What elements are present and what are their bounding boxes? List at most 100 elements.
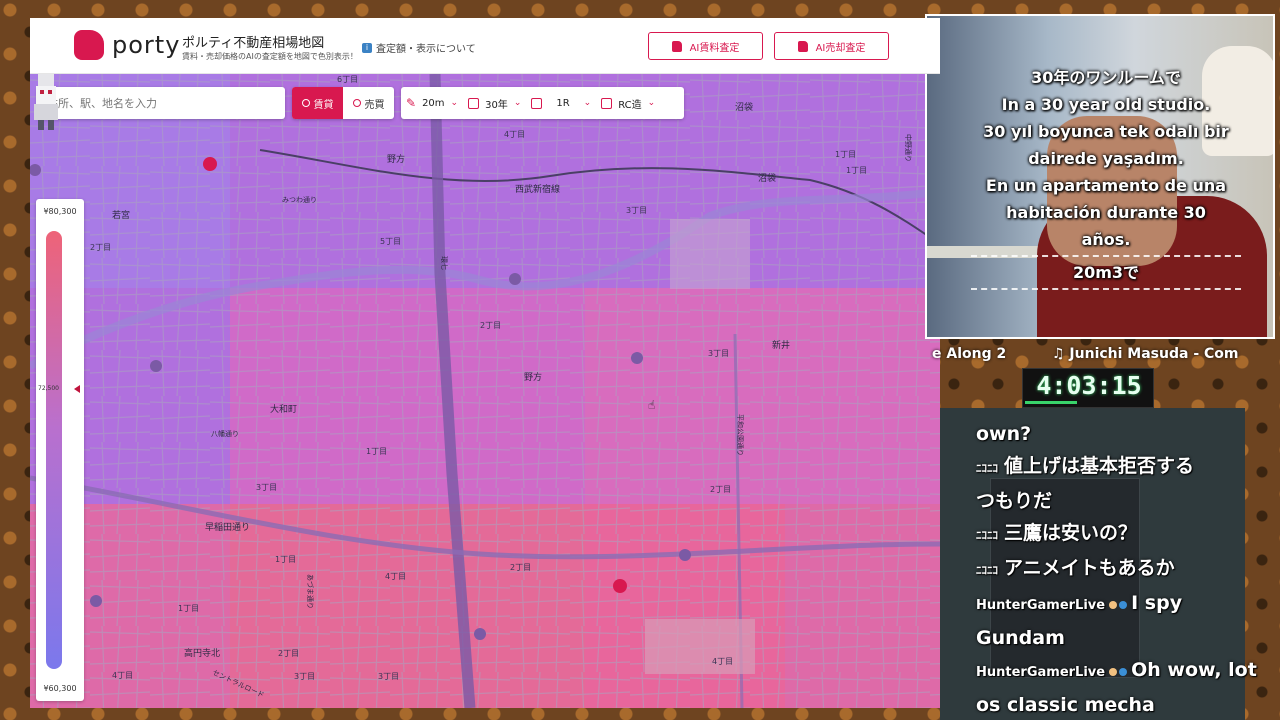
map-label-chome: 2丁目 (710, 485, 731, 494)
map-label-chome: 1丁目 (366, 447, 387, 456)
caption-divider (971, 288, 1241, 290)
chat-message: ﾆｺﾆｺ 値上げは基本拒否する (976, 450, 1276, 485)
chat-message: HunterGamerLive Oh wow, lot (976, 654, 1276, 689)
search-input[interactable] (47, 96, 247, 110)
chevron-down-icon: ⌄ (647, 98, 656, 108)
map-label-place: 野方 (524, 371, 542, 383)
map-label-chome: 2丁目 (480, 321, 501, 330)
structure-filter-value: RC造 (618, 99, 642, 111)
map-label-chome: 5丁目 (380, 237, 401, 246)
rent-sale-toggle[interactable]: 賃貸 売買 (292, 87, 394, 119)
ticker-right-text: ♫ Junichi Masuda - Com (1052, 346, 1239, 362)
chevron-down-icon: ⌄ (450, 98, 459, 108)
speedrun-timer: 4:03:15 (1022, 368, 1154, 408)
map-label-chome: 4丁目 (112, 671, 133, 680)
price-map[interactable]: 6丁目 4丁目 3丁目 5丁目 2丁目 1丁目 3丁目 1丁目 2丁目 3丁目 … (30, 74, 940, 708)
ai-sale-appraisal-button[interactable]: AI売却査定 (774, 32, 889, 60)
map-label-place: 若宮 (112, 209, 130, 221)
chat-text: アニメイトもあるか (1004, 557, 1175, 579)
ai-rent-appraisal-button[interactable]: AI賃料査定 (648, 32, 763, 60)
map-label-place: 西武新宿線 (515, 183, 560, 195)
radio-icon (352, 99, 361, 107)
chevron-down-icon: ⌄ (583, 98, 592, 108)
caption-line: años. (1081, 230, 1131, 249)
webcam-feed: 30年のワンルームで In a 30 year old studio. 30 y… (925, 14, 1275, 339)
search-box[interactable] (37, 87, 285, 119)
chat-message: own? (976, 418, 1276, 450)
map-canvas[interactable]: 6丁目 4丁目 3丁目 5丁目 2丁目 1丁目 3丁目 1丁目 2丁目 3丁目 … (30, 74, 940, 708)
chat-text: Oh wow, lot (1131, 659, 1257, 681)
legend-min-label: ¥60,300 (43, 684, 77, 693)
caption-secondary: 20m3で (1072, 263, 1140, 282)
sale-toggle-option[interactable]: 売買 (343, 87, 394, 119)
sale-toggle-label: 売買 (364, 99, 385, 111)
chat-text: own? (976, 423, 1032, 445)
map-label-chome: 2丁目 (278, 649, 299, 658)
logo-text[interactable]: porty (112, 31, 180, 59)
price-legend: ¥80,300 72,500 ¥60,300 (36, 199, 84, 701)
app-subtitle: 賃料・売却価格のAIの査定額を地図で色別表示！ (182, 52, 358, 61)
verified-badge-icon (1119, 668, 1128, 676)
area-filter-value: 20m (422, 97, 445, 109)
porty-logo-icon[interactable] (74, 30, 104, 60)
floorplan-icon (531, 97, 543, 109)
chat-text: つもりだ (976, 490, 1053, 512)
map-label-place: 沼袋 (758, 172, 776, 184)
ai-rent-appraisal-label: AI賃料査定 (689, 42, 740, 54)
chat-text: 値上げは基本拒否する (1004, 455, 1195, 477)
map-label-place: みつわ通り (282, 195, 317, 204)
chevron-down-icon: ⌄ (513, 98, 522, 108)
map-label-chome: 1丁目 (846, 166, 867, 175)
legend-current-label: 72,500 (38, 384, 59, 392)
subscriber-badge-icon (1109, 668, 1118, 676)
info-link-label: 査定額・表示について (376, 44, 476, 55)
area-filter[interactable]: ✎ 20m ⌄ (401, 87, 463, 119)
chat-source-label: ﾆｺﾆｺ (976, 462, 998, 475)
chat-message: ﾆｺﾆｺ 三鷹は安いの？ (976, 517, 1276, 552)
chat-overlay: own? ﾆｺﾆｺ 値上げは基本拒否する つもりだ ﾆｺﾆｺ 三鷹は安いの？ ﾆｺﾆ… (976, 418, 1276, 720)
chat-text: 三鷹は安いの？ (1004, 522, 1138, 544)
map-label-chome: 4丁目 (504, 130, 525, 139)
map-label-place: あづま通り (306, 574, 315, 609)
legend-max-label: ¥80,300 (43, 207, 77, 216)
hand-cursor-icon: ☝ (648, 398, 656, 412)
app-header: porty ポルティ不動産相場地図 賃料・売却価格のAIの査定額を地図で色別表示… (30, 18, 940, 74)
porty-small-icon (671, 40, 682, 52)
map-label-place: 野方 (387, 153, 405, 165)
ticker-left-text: e Along 2 (932, 346, 1007, 362)
filter-bar: ✎ 20m ⌄ 30年 ⌄ 1R ⌄ RC造 ⌄ (401, 87, 684, 119)
radio-icon (301, 99, 310, 107)
layout-filter[interactable]: 1R ⌄ (526, 87, 596, 119)
rent-toggle-label: 賃貸 (313, 99, 334, 111)
legend-gradient-bar (46, 231, 62, 669)
caption-line: habitación durante 30 (1006, 203, 1206, 222)
app-title: ポルティ不動産相場地図 (182, 36, 325, 51)
map-label-place: 中野通り (904, 134, 913, 162)
map-label-chome: 2丁目 (90, 243, 111, 252)
layout-filter-value: 1R (556, 97, 570, 109)
map-label-chome: 3丁目 (708, 349, 729, 358)
map-label-chome: 1丁目 (835, 150, 856, 159)
map-label-place: 高円寺北 (184, 647, 220, 659)
chat-message: ﾆｺﾆｺ アニメイトもあるか (976, 552, 1276, 587)
map-label-chome: 1丁目 (275, 555, 296, 564)
caption-line: 30 yıl boyunca tek odalı bir (983, 122, 1229, 141)
verified-badge-icon (1119, 601, 1128, 609)
map-label-chome: 3丁目 (294, 672, 315, 681)
age-filter[interactable]: 30年 ⌄ (463, 87, 526, 119)
map-label-place: 新井 (772, 339, 790, 351)
age-filter-value: 30年 (485, 99, 508, 111)
timer-progress-bar (1025, 401, 1077, 404)
chat-message: Gundam (976, 622, 1276, 654)
chat-source-label: ﾆｺﾆｺ (976, 564, 998, 577)
caption-overlay: 30年のワンルームで In a 30 year old studio. 30 y… (971, 64, 1241, 292)
porty-small-icon (797, 40, 808, 52)
map-label-chome: 6丁目 (337, 75, 358, 84)
caption-line: In a 30 year old studio. (1001, 95, 1211, 114)
structure-filter[interactable]: RC造 ⌄ (596, 87, 660, 119)
caption-line: En un apartamento de una (985, 176, 1227, 195)
info-link[interactable]: i 査定額・表示について (362, 40, 476, 55)
pixel-character-sprite (34, 74, 58, 130)
map-label-place: 早稲田通り (205, 521, 250, 533)
rent-toggle-option[interactable]: 賃貸 (292, 87, 343, 119)
